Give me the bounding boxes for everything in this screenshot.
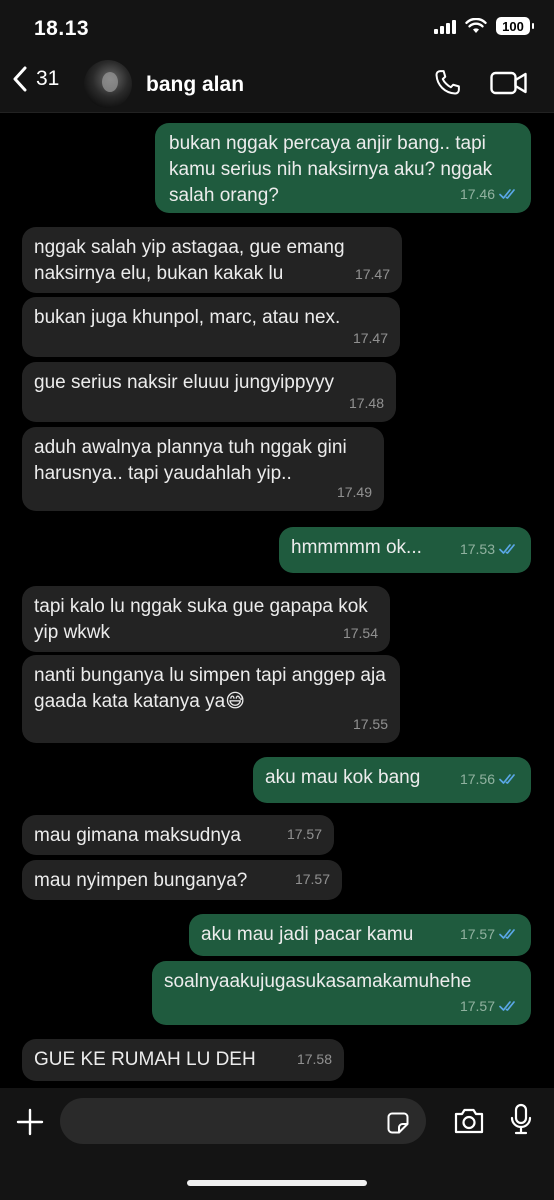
home-indicator[interactable] bbox=[187, 1180, 367, 1186]
message-time: 17.57 bbox=[459, 998, 495, 1014]
message-bubble[interactable]: gue serius naksir eluuu jungyippyyy 17.4… bbox=[22, 362, 396, 422]
message-bubble[interactable]: nggak salah yip astagaa, gue emang naksi… bbox=[22, 227, 402, 293]
message-bubble[interactable]: soalnyaakujugasukasamakamuhehe 17.57 bbox=[152, 961, 531, 1025]
message-text: nggak salah yip astagaa, gue emang naksi… bbox=[34, 237, 345, 284]
message-text: mau nyimpen bunganya? bbox=[34, 870, 248, 891]
message-time: 17.57 bbox=[294, 871, 330, 887]
message-input[interactable] bbox=[60, 1098, 426, 1144]
message-bubble[interactable]: bukan juga khunpol, marc, atau nex. 17.4… bbox=[22, 297, 400, 357]
read-ticks-icon bbox=[499, 1001, 515, 1011]
status-bar: 18.13 100 bbox=[0, 0, 554, 56]
plus-icon[interactable] bbox=[16, 1108, 44, 1136]
message-time: 17.54 bbox=[342, 625, 378, 641]
message-time: 17.53 bbox=[459, 541, 495, 557]
read-ticks-icon bbox=[499, 189, 515, 199]
message-text: bukan nggak percaya anjir bang.. tapi ka… bbox=[169, 133, 493, 206]
message-text: aduh awalnya plannya tuh nggak gini haru… bbox=[34, 437, 347, 484]
message-bubble[interactable]: mau nyimpen bunganya? 17.57 bbox=[22, 860, 342, 900]
message-time: 17.58 bbox=[296, 1051, 332, 1067]
wifi-icon bbox=[465, 18, 487, 33]
message-text: nanti bunganya lu simpen tapi anggep aja… bbox=[34, 665, 386, 712]
message-bubble[interactable]: aku mau kok bang 17.56 bbox=[253, 757, 531, 803]
message-bubble[interactable]: mau gimana maksudnya 17.57 bbox=[22, 815, 334, 855]
message-list[interactable]: bukan nggak percaya anjir bang.. tapi ka… bbox=[0, 113, 554, 1088]
chat-header: 31 bang alan bbox=[0, 56, 554, 113]
message-time: 17.47 bbox=[352, 330, 388, 346]
message-text: soalnyaakujugasukasamakamuhehe bbox=[164, 971, 472, 992]
message-bubble[interactable]: nanti bunganya lu simpen tapi anggep aja… bbox=[22, 655, 400, 743]
message-text: hmmmmm ok... bbox=[291, 537, 422, 558]
contact-name[interactable]: bang alan bbox=[146, 73, 244, 97]
message-bubble[interactable]: bukan nggak percaya anjir bang.. tapi ka… bbox=[155, 123, 531, 213]
message-text: bukan juga khunpol, marc, atau nex. bbox=[34, 307, 341, 328]
status-time: 18.13 bbox=[34, 17, 90, 40]
video-icon[interactable] bbox=[490, 70, 528, 96]
message-text: aku mau jadi pacar kamu bbox=[201, 924, 414, 945]
phone-icon[interactable] bbox=[432, 68, 462, 98]
battery-icon: 100 bbox=[496, 17, 534, 35]
message-time: 17.46 bbox=[459, 186, 495, 202]
message-bubble[interactable]: tapi kalo lu nggak suka gue gapapa kok y… bbox=[22, 586, 390, 652]
mic-icon[interactable] bbox=[509, 1103, 533, 1137]
camera-icon[interactable] bbox=[453, 1107, 485, 1135]
contact-avatar[interactable] bbox=[84, 60, 132, 108]
message-text: mau gimana maksudnya bbox=[34, 825, 241, 846]
message-text: aku mau kok bang bbox=[265, 767, 421, 788]
message-time: 17.49 bbox=[336, 484, 372, 500]
sticker-icon[interactable] bbox=[386, 1111, 410, 1135]
message-text: gue serius naksir eluuu jungyippyyy bbox=[34, 372, 334, 393]
message-text: tapi kalo lu nggak suka gue gapapa kok y… bbox=[34, 596, 368, 643]
message-time: 17.55 bbox=[352, 716, 388, 732]
status-indicators: 100 bbox=[434, 17, 534, 35]
read-ticks-icon bbox=[499, 544, 515, 554]
message-time: 17.47 bbox=[354, 266, 390, 282]
read-ticks-icon bbox=[499, 774, 515, 784]
message-bubble[interactable]: aku mau jadi pacar kamu 17.57 bbox=[189, 914, 531, 956]
message-time: 17.57 bbox=[459, 926, 495, 942]
message-bubble[interactable]: GUE KE RUMAH LU DEH 17.58 bbox=[22, 1039, 344, 1081]
message-time: 17.56 bbox=[459, 771, 495, 787]
message-bubble[interactable]: aduh awalnya plannya tuh nggak gini haru… bbox=[22, 427, 384, 511]
message-text: GUE KE RUMAH LU DEH bbox=[34, 1049, 256, 1070]
message-time: 17.48 bbox=[348, 395, 384, 411]
read-ticks-icon bbox=[499, 929, 515, 939]
back-chevron-icon bbox=[13, 66, 27, 92]
unread-count: 31 bbox=[36, 67, 60, 90]
message-bubble[interactable]: hmmmmm ok... 17.53 bbox=[279, 527, 531, 573]
message-time: 17.57 bbox=[286, 826, 322, 842]
signal-icon bbox=[434, 19, 456, 34]
message-composer bbox=[0, 1088, 554, 1200]
back-button[interactable]: 31 bbox=[12, 66, 59, 92]
